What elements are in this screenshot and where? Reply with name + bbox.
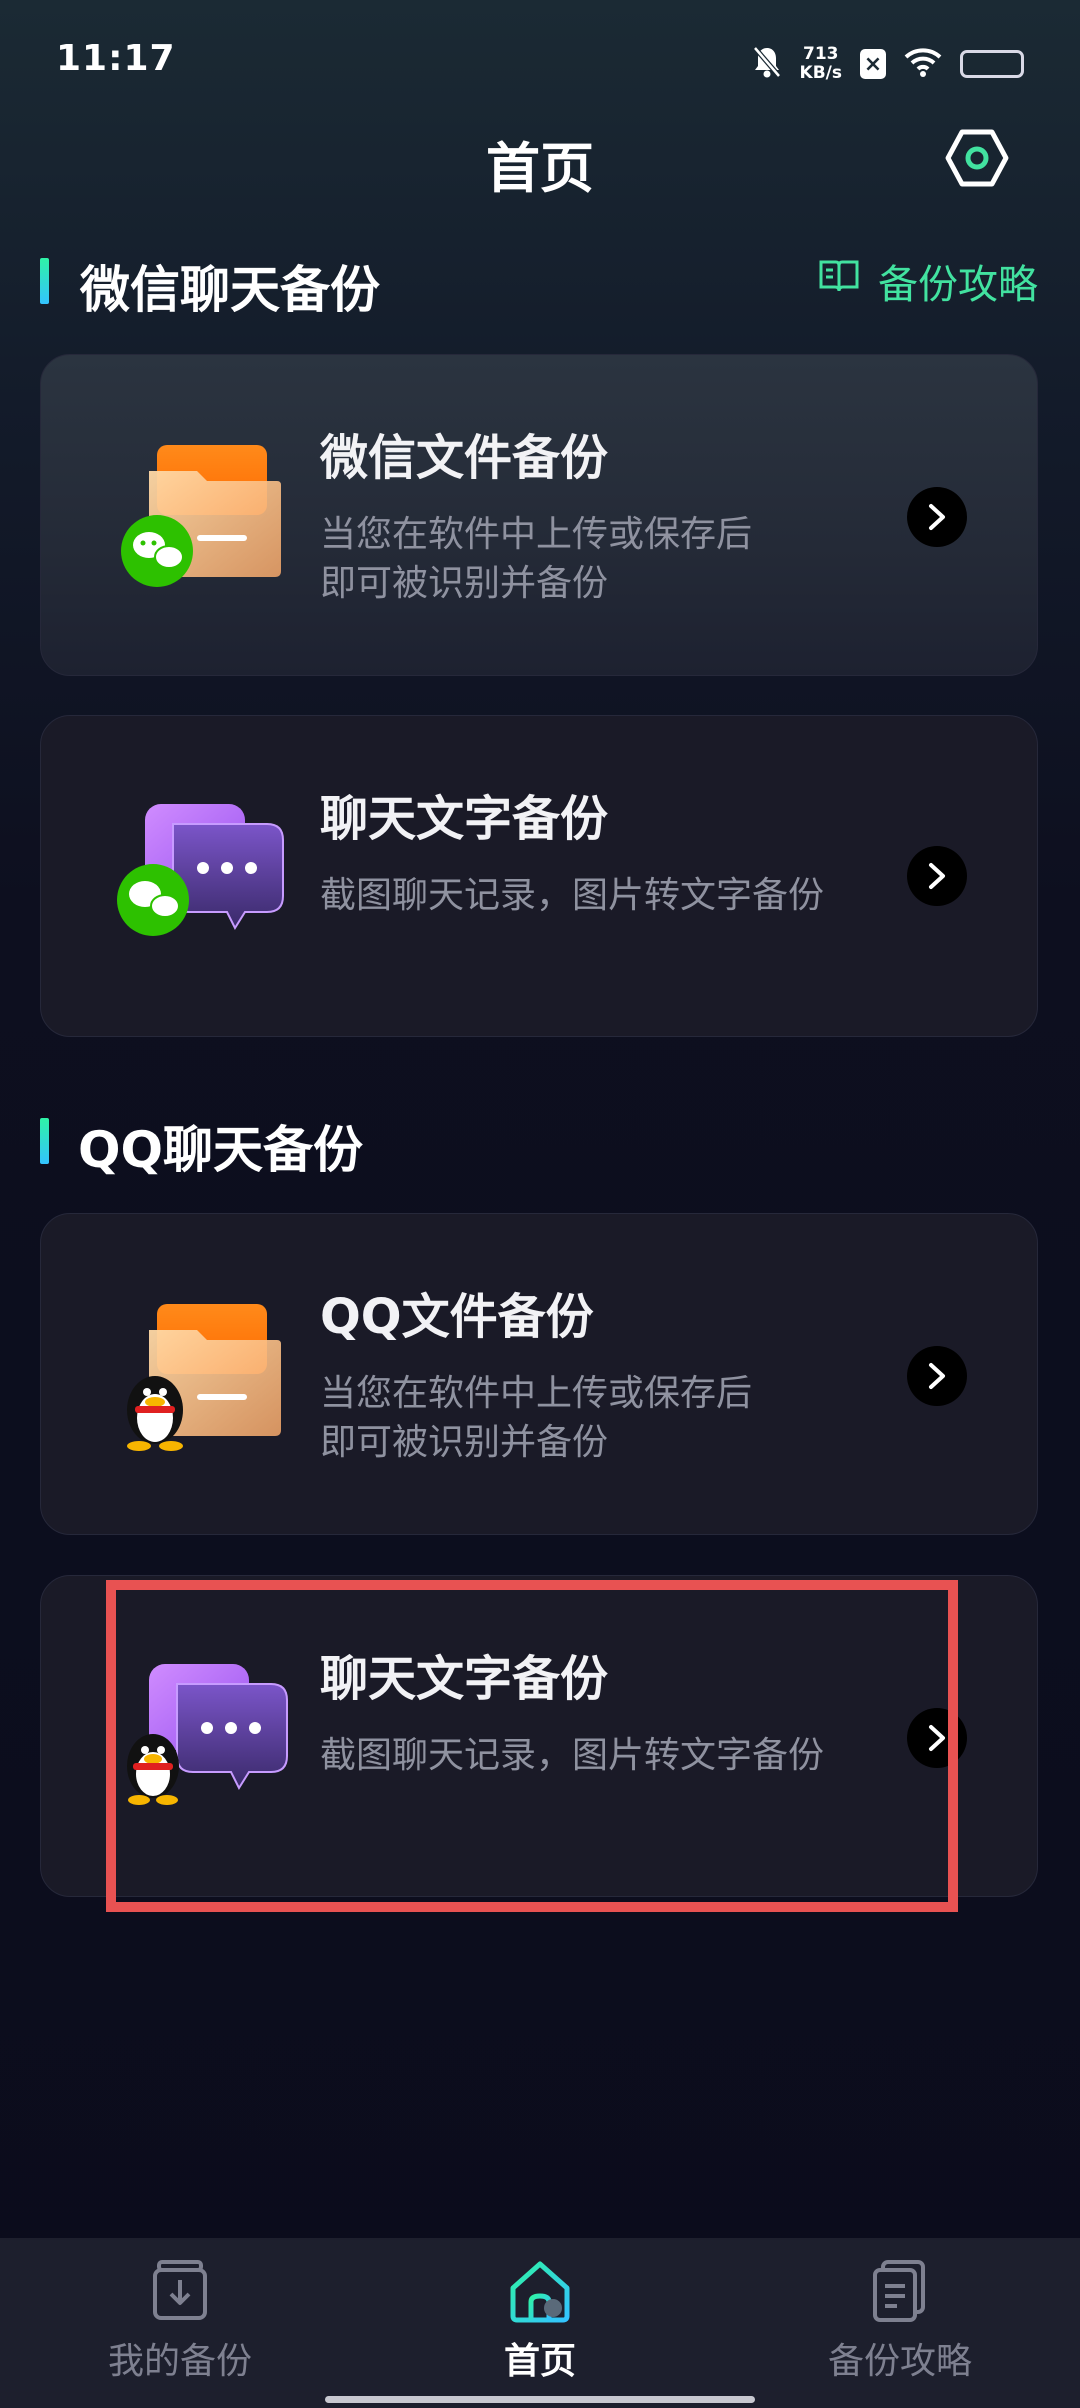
card-desc-line1: 截图聊天记录，图片转文字备份 xyxy=(320,875,825,916)
document-icon xyxy=(865,2256,935,2326)
chevron-right-icon[interactable] xyxy=(907,846,967,906)
home-indicator[interactable] xyxy=(325,2396,755,2403)
network-speed: 713 KB/s xyxy=(800,45,842,83)
card-desc-line1: 当您在软件中上传或保存后 xyxy=(320,1373,753,1414)
status-time: 11:17 xyxy=(56,38,176,79)
card-title: QQ文件备份 xyxy=(320,1289,594,1345)
wechat-file-backup-card[interactable]: 微信文件备份 当您在软件中上传或保存后 即可被识别并备份 xyxy=(40,354,1038,676)
qq-file-backup-card[interactable]: QQ文件备份 当您在软件中上传或保存后 即可被识别并备份 xyxy=(40,1213,1038,1535)
folder-qq-icon xyxy=(77,1300,297,1460)
card-title: 聊天文字备份 xyxy=(320,791,609,847)
card-desc-line2: 即可被识别并备份 xyxy=(320,1422,609,1463)
battery-icon xyxy=(960,50,1024,78)
nav-label: 我的备份 xyxy=(107,2341,252,2382)
bottom-nav: 我的备份 首页 备份攻略 xyxy=(0,2238,1080,2408)
home-icon xyxy=(505,2256,575,2326)
nav-item-backup-guide[interactable]: 备份攻略 xyxy=(720,2238,1080,2408)
mute-bell-icon xyxy=(752,45,782,83)
book-icon xyxy=(818,258,860,304)
nav-item-home[interactable]: 首页 xyxy=(360,2238,720,2408)
wechat-section-title: 微信聊天备份 xyxy=(80,261,380,319)
settings-hex-icon[interactable] xyxy=(944,128,1010,188)
status-icons: 713 KB/s × xyxy=(752,40,1024,88)
no-sim-icon: × xyxy=(860,49,886,79)
backup-guide-link[interactable]: 备份攻略 xyxy=(818,252,1038,310)
nav-item-my-backup[interactable]: 我的备份 xyxy=(0,2238,360,2408)
nav-label: 备份攻略 xyxy=(827,2341,972,2382)
qq-section-title: QQ聊天备份 xyxy=(78,1121,364,1179)
wechat-chat-text-backup-card[interactable]: 聊天文字备份 截图聊天记录，图片转文字备份 xyxy=(40,715,1038,1037)
nav-label: 首页 xyxy=(503,2341,576,2382)
folder-wechat-icon xyxy=(77,441,297,601)
chevron-right-icon[interactable] xyxy=(907,1346,967,1406)
speed-unit: KB/s xyxy=(799,63,842,83)
card-title: 微信文件备份 xyxy=(320,430,609,486)
card-desc-line2: 即可被识别并备份 xyxy=(320,563,609,604)
speed-value: 713 xyxy=(803,44,839,64)
section-accent-bar xyxy=(40,258,49,304)
highlight-box xyxy=(106,1580,958,1912)
chevron-right-icon[interactable] xyxy=(907,487,967,547)
card-desc-line1: 当您在软件中上传或保存后 xyxy=(320,514,753,555)
section-accent-bar xyxy=(40,1118,49,1164)
backup-box-icon xyxy=(145,2256,215,2326)
wifi-icon xyxy=(904,47,942,81)
guide-label: 备份攻略 xyxy=(878,262,1038,308)
chat-bubble-wechat-icon xyxy=(77,802,297,962)
page-title: 首页 xyxy=(486,137,594,200)
